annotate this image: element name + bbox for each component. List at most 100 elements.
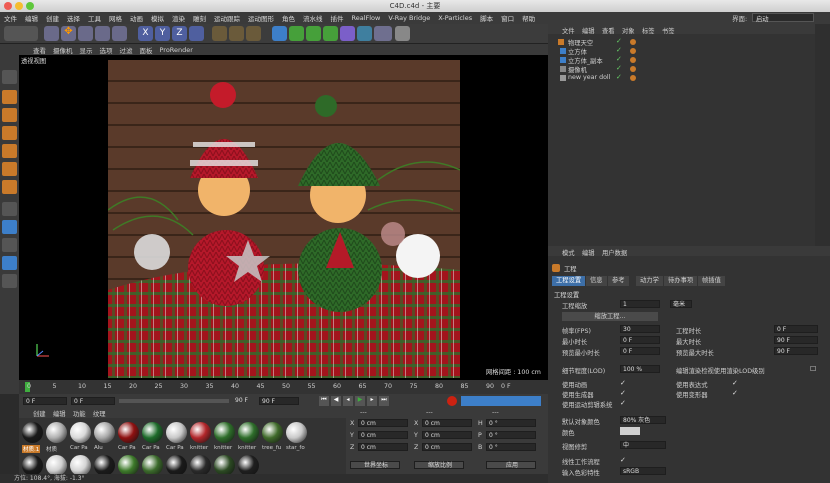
z-axis-lock[interactable]: Z: [172, 26, 187, 41]
material-swatch[interactable]: [46, 455, 67, 476]
attr-checkbox[interactable]: ✓: [620, 380, 627, 387]
input-color-select[interactable]: sRGB: [620, 467, 666, 475]
menu-item[interactable]: 流水线: [303, 13, 323, 23]
key-mode-buttons[interactable]: [461, 396, 541, 406]
current-frame-field[interactable]: 0 F: [71, 397, 115, 405]
rotate-tool-icon[interactable]: [95, 26, 110, 41]
attr-field[interactable]: 30: [620, 325, 660, 333]
coord-field[interactable]: 0 cm: [422, 443, 472, 451]
color-swatch[interactable]: [620, 427, 640, 435]
material-menu-item[interactable]: 功能: [73, 409, 86, 418]
object-row-label[interactable]: 立方体_副本: [568, 56, 603, 65]
material-swatch[interactable]: [142, 455, 163, 476]
material-swatch[interactable]: [142, 422, 163, 443]
object-row-label[interactable]: new year doll: [568, 74, 610, 81]
tag-icon[interactable]: [630, 39, 636, 45]
menu-item[interactable]: 插件: [331, 13, 344, 23]
floor-icon[interactable]: [357, 26, 372, 41]
subdivision-surface-icon[interactable]: [289, 26, 304, 41]
menu-item[interactable]: 运动跟踪: [214, 13, 240, 23]
lod-field[interactable]: 100 %: [620, 365, 660, 373]
attr-checkbox[interactable]: ✓: [620, 400, 627, 407]
viewport-menu-item[interactable]: ProRender: [160, 46, 193, 54]
material-swatch[interactable]: [118, 422, 139, 443]
viewport-menu-item[interactable]: 查看: [33, 45, 46, 55]
deformer-icon[interactable]: [340, 26, 355, 41]
material-menu-item[interactable]: 纹理: [93, 409, 106, 418]
coordinate-system-icon[interactable]: [189, 26, 204, 41]
attr-field[interactable]: 90 F: [774, 336, 818, 344]
minimize-window-button[interactable]: [15, 2, 23, 10]
viewport-menu-item[interactable]: 显示: [80, 45, 93, 55]
texture-mode-icon[interactable]: [2, 108, 17, 122]
attr-field[interactable]: 90 F: [774, 347, 818, 355]
coord-field[interactable]: 0 cm: [358, 419, 408, 427]
scale-tool-icon[interactable]: [78, 26, 93, 41]
viewport-menu-item[interactable]: 选项: [100, 45, 113, 55]
material-swatch[interactable]: [286, 422, 307, 443]
menu-item[interactable]: 窗口: [501, 13, 514, 23]
x-axis-lock[interactable]: X: [138, 26, 153, 41]
attr-tab[interactable]: 待办事项: [664, 276, 698, 286]
coord-field[interactable]: 0 cm: [358, 431, 408, 439]
coord-field[interactable]: 0 °: [486, 419, 536, 427]
material-swatch[interactable]: [22, 455, 43, 476]
object-menu-item[interactable]: 编辑: [582, 26, 595, 35]
model-mode-icon[interactable]: [2, 90, 17, 104]
polygons-mode-icon[interactable]: [2, 180, 17, 194]
move-tool-icon[interactable]: ✥: [61, 26, 76, 41]
material-swatch[interactable]: [214, 455, 235, 476]
menu-item[interactable]: 文件: [4, 13, 17, 23]
object-row-label[interactable]: 立方体: [568, 47, 587, 56]
object-row-label[interactable]: 摄像机: [568, 65, 587, 74]
snap-icon[interactable]: [2, 238, 17, 252]
scale-field[interactable]: 1: [620, 300, 660, 308]
tweak-mode-icon[interactable]: [2, 220, 17, 234]
attr-tab[interactable]: 帧插值: [698, 276, 725, 286]
default-color-select[interactable]: 80% 灰色: [620, 416, 666, 424]
prev-frame-icon[interactable]: ◂: [343, 396, 353, 406]
menu-item[interactable]: 运动图形: [248, 13, 274, 23]
attr-field[interactable]: 0 F: [620, 347, 660, 355]
recent-tool-icon[interactable]: [112, 26, 127, 41]
visibility-toggle[interactable]: ✓: [616, 56, 623, 63]
layout-select[interactable]: 启动: [752, 13, 814, 23]
attr-field[interactable]: 0 F: [620, 336, 660, 344]
attr-tab[interactable]: 参考: [608, 276, 629, 286]
menu-item[interactable]: 渲染: [172, 13, 185, 23]
select-tool-icon[interactable]: [44, 26, 59, 41]
viewport-menu-item[interactable]: 面板: [140, 45, 153, 55]
menu-item[interactable]: 工具: [88, 13, 101, 23]
scale-unit-select[interactable]: 毫米: [670, 300, 692, 308]
cube-primitive-icon[interactable]: [272, 26, 287, 41]
coord-system-select[interactable]: 世界坐标: [350, 461, 400, 469]
tag-icon[interactable]: [630, 48, 636, 54]
menu-item[interactable]: 选择: [67, 13, 80, 23]
material-swatch[interactable]: [94, 455, 115, 476]
menu-item[interactable]: 网格: [109, 13, 122, 23]
attr-checkbox[interactable]: ✓: [620, 390, 627, 397]
edges-mode-icon[interactable]: [2, 162, 17, 176]
attr-field[interactable]: 0 F: [774, 325, 818, 333]
lod-checkbox[interactable]: ☐: [810, 366, 817, 373]
material-swatch[interactable]: [46, 422, 67, 443]
material-swatch[interactable]: [70, 422, 91, 443]
coord-field[interactable]: 0 °: [486, 443, 536, 451]
menu-item[interactable]: V-Ray Bridge: [388, 14, 430, 22]
light-icon[interactable]: [395, 26, 410, 41]
menu-item[interactable]: RealFlow: [352, 14, 381, 22]
menu-item[interactable]: 模拟: [151, 13, 164, 23]
render-settings-icon[interactable]: [246, 26, 261, 41]
workplane-icon[interactable]: [2, 256, 17, 270]
goto-start-icon[interactable]: ⏮: [319, 396, 329, 406]
material-swatch[interactable]: [118, 455, 139, 476]
menu-item[interactable]: 雕刻: [193, 13, 206, 23]
attr-menu-item[interactable]: 模式: [562, 248, 575, 257]
scale-mode-select[interactable]: 缩放比例: [414, 461, 464, 469]
material-swatch[interactable]: [190, 455, 211, 476]
menu-item[interactable]: X-Particles: [438, 14, 472, 22]
render-picture-viewer-icon[interactable]: [229, 26, 244, 41]
material-swatch[interactable]: [262, 422, 283, 443]
timeline-ruler[interactable]: 0 F 0 5 10 15 20 25 30 35 40 45 50 55 60 65 70 75 80 85 90: [19, 380, 548, 394]
make-editable-icon[interactable]: [2, 70, 17, 84]
